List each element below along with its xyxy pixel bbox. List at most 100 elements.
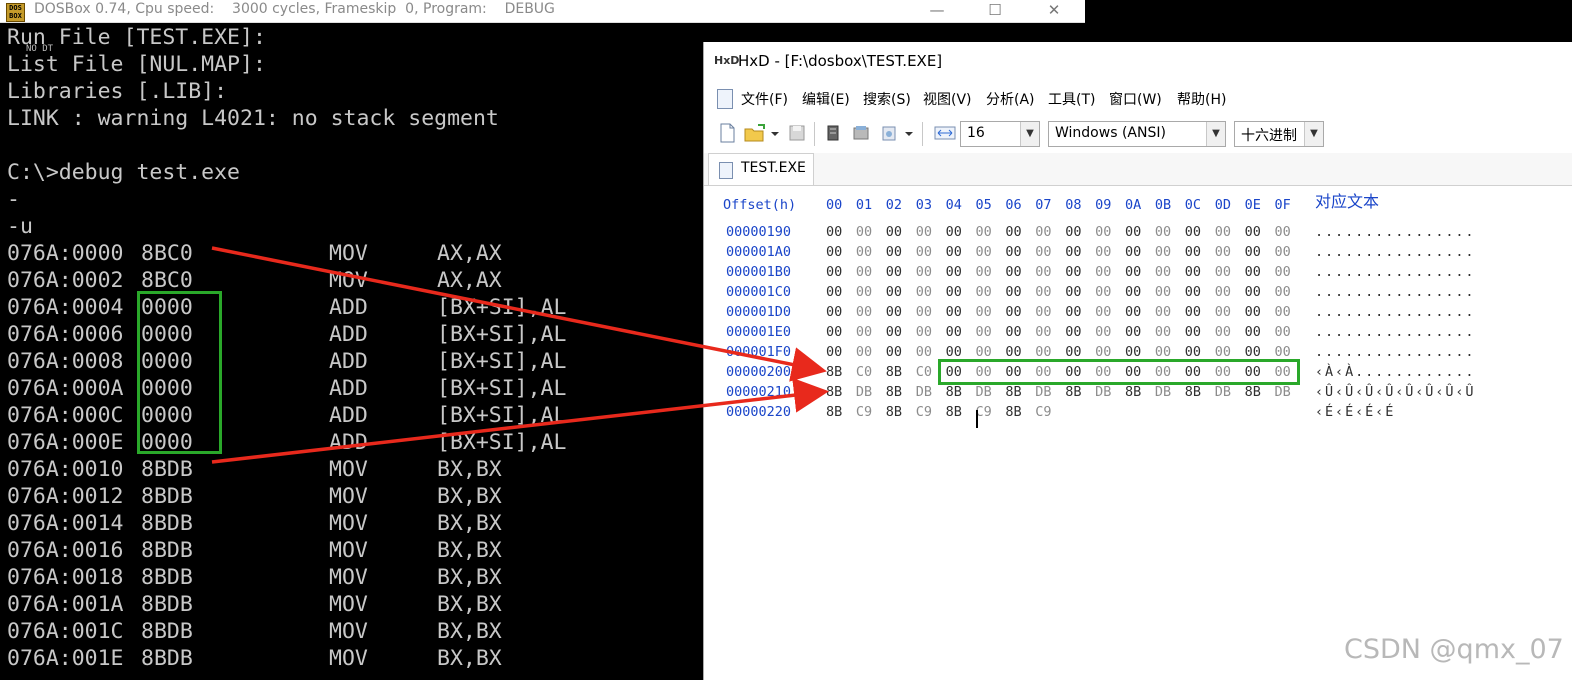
hex-byte[interactable]: 00 [826, 262, 842, 282]
hex-byte[interactable]: 00 [1155, 342, 1171, 362]
hex-byte[interactable]: 00 [856, 302, 872, 322]
row-text[interactable]: ‹Û‹Û‹Û‹Û‹Û‹Û‹Û‹Û [1315, 382, 1475, 402]
hex-byte[interactable]: 00 [916, 322, 932, 342]
dropdown-arrow-icon[interactable] [770, 123, 780, 143]
hex-byte[interactable]: 00 [1275, 322, 1291, 342]
hex-byte[interactable]: 00 [1215, 262, 1231, 282]
menu-tools[interactable]: 工具(T) [1048, 89, 1095, 109]
hex-byte[interactable]: 00 [946, 322, 962, 342]
hex-byte[interactable]: 00 [1095, 302, 1111, 322]
hex-byte[interactable]: 00 [1035, 302, 1051, 322]
hex-byte[interactable]: C0 [856, 362, 872, 382]
hex-byte[interactable]: 00 [1005, 242, 1021, 262]
hex-editor-view[interactable]: Offset(h) 00 01 02 03 04 05 06 07 08 09 0A 0B 0C 0D 0E 0… [704, 186, 1572, 680]
hex-byte[interactable]: 00 [976, 222, 992, 242]
hex-byte[interactable]: 00 [1065, 362, 1081, 382]
hex-byte[interactable]: 00 [1185, 362, 1201, 382]
hex-byte[interactable]: 00 [886, 302, 902, 322]
open-folder-icon[interactable] [744, 123, 768, 143]
hex-byte[interactable]: 00 [1185, 282, 1201, 302]
hex-byte[interactable]: 00 [856, 242, 872, 262]
bytes-per-row-select[interactable]: 16 ▼ [960, 121, 1040, 147]
hex-byte[interactable]: 00 [1095, 242, 1111, 262]
hex-byte[interactable]: C9 [916, 402, 932, 422]
hex-byte[interactable]: 8B [946, 402, 962, 422]
hex-byte[interactable]: 00 [886, 262, 902, 282]
hex-byte[interactable]: 8B [1065, 382, 1081, 402]
hex-byte[interactable]: 8B [826, 362, 842, 382]
hex-byte[interactable]: 8B [826, 382, 842, 402]
hex-byte[interactable]: DB [916, 382, 932, 402]
hex-byte[interactable]: 00 [826, 302, 842, 322]
hex-byte[interactable]: 00 [916, 242, 932, 262]
save-icon[interactable] [788, 123, 806, 143]
hex-byte[interactable]: 00 [946, 282, 962, 302]
hex-byte[interactable]: 00 [1095, 262, 1111, 282]
tab-test-exe[interactable]: TEST.EXE [708, 153, 814, 185]
hex-byte[interactable]: 00 [946, 342, 962, 362]
row-text[interactable]: ................ [1315, 342, 1475, 362]
hex-byte[interactable]: 00 [1095, 342, 1111, 362]
hex-byte[interactable]: 00 [1095, 362, 1111, 382]
hex-byte[interactable]: 00 [946, 362, 962, 382]
hex-byte[interactable]: 00 [886, 222, 902, 242]
hex-byte[interactable]: 00 [856, 262, 872, 282]
hex-byte[interactable]: 00 [1005, 342, 1021, 362]
hex-byte[interactable]: 00 [916, 282, 932, 302]
dropdown-arrow-icon[interactable] [904, 123, 914, 143]
hex-byte[interactable]: 00 [976, 262, 992, 282]
menu-view[interactable]: 视图(V) [923, 89, 972, 109]
hex-byte[interactable]: 00 [886, 242, 902, 262]
hex-byte[interactable]: 8B [1245, 382, 1261, 402]
hex-byte[interactable]: DB [1215, 382, 1231, 402]
hex-byte[interactable]: 00 [1065, 222, 1081, 242]
hex-byte[interactable]: 00 [1035, 282, 1051, 302]
hex-byte[interactable]: 00 [1035, 322, 1051, 342]
hex-byte[interactable]: DB [1035, 382, 1051, 402]
hex-byte[interactable]: 00 [886, 282, 902, 302]
hex-byte[interactable]: 00 [826, 282, 842, 302]
hex-byte[interactable]: 00 [1155, 222, 1171, 242]
hex-byte[interactable]: 00 [1275, 222, 1291, 242]
hex-byte[interactable]: 00 [856, 342, 872, 362]
hex-byte[interactable]: 00 [826, 222, 842, 242]
hex-byte[interactable]: 00 [916, 222, 932, 242]
hex-byte[interactable]: 00 [1125, 322, 1141, 342]
menu-analysis[interactable]: 分析(A) [986, 89, 1035, 109]
hex-byte[interactable]: 00 [976, 242, 992, 262]
hex-byte[interactable]: 00 [1215, 322, 1231, 342]
hex-byte[interactable]: 00 [1065, 242, 1081, 262]
hex-byte[interactable]: 00 [1005, 282, 1021, 302]
hex-byte[interactable]: 00 [1245, 322, 1261, 342]
hex-byte[interactable]: 00 [946, 302, 962, 322]
hex-byte[interactable]: 00 [1065, 282, 1081, 302]
hex-byte[interactable]: 8B [1125, 382, 1141, 402]
row-text[interactable]: ................ [1315, 222, 1475, 242]
hex-byte[interactable]: 00 [1125, 362, 1141, 382]
hex-byte[interactable]: 00 [826, 242, 842, 262]
hex-byte[interactable]: 00 [826, 322, 842, 342]
dosbox-titlebar[interactable]: DOS BOX DOSBox 0.74, Cpu speed: 3000 cycl… [0, 0, 1085, 23]
hex-byte[interactable]: 00 [1125, 302, 1141, 322]
hex-byte[interactable]: DB [1275, 382, 1291, 402]
hex-byte[interactable]: C9 [856, 402, 872, 422]
row-text[interactable]: ................ [1315, 242, 1475, 262]
hex-byte[interactable]: 00 [976, 322, 992, 342]
menu-file[interactable]: 文件(F) [741, 89, 788, 109]
hex-byte[interactable]: DB [1155, 382, 1171, 402]
hex-byte[interactable]: 00 [1035, 262, 1051, 282]
hex-byte[interactable]: 00 [916, 342, 932, 362]
hex-byte[interactable]: 00 [1155, 302, 1171, 322]
hex-byte[interactable]: 8B [886, 402, 902, 422]
hxd-titlebar[interactable]: HxD HxD - [F:\dosbox\TEST.EXE] [704, 42, 1572, 82]
hex-byte[interactable]: 00 [856, 222, 872, 242]
hex-byte[interactable]: 00 [1125, 242, 1141, 262]
hex-byte[interactable]: 00 [1245, 262, 1261, 282]
hex-byte[interactable]: 8B [946, 382, 962, 402]
row-text[interactable]: ................ [1315, 262, 1475, 282]
hex-byte[interactable]: 00 [856, 282, 872, 302]
hex-byte[interactable]: 00 [1065, 322, 1081, 342]
hex-byte[interactable]: 00 [1065, 262, 1081, 282]
hex-byte[interactable]: 00 [976, 342, 992, 362]
ram-icon[interactable] [824, 123, 842, 143]
